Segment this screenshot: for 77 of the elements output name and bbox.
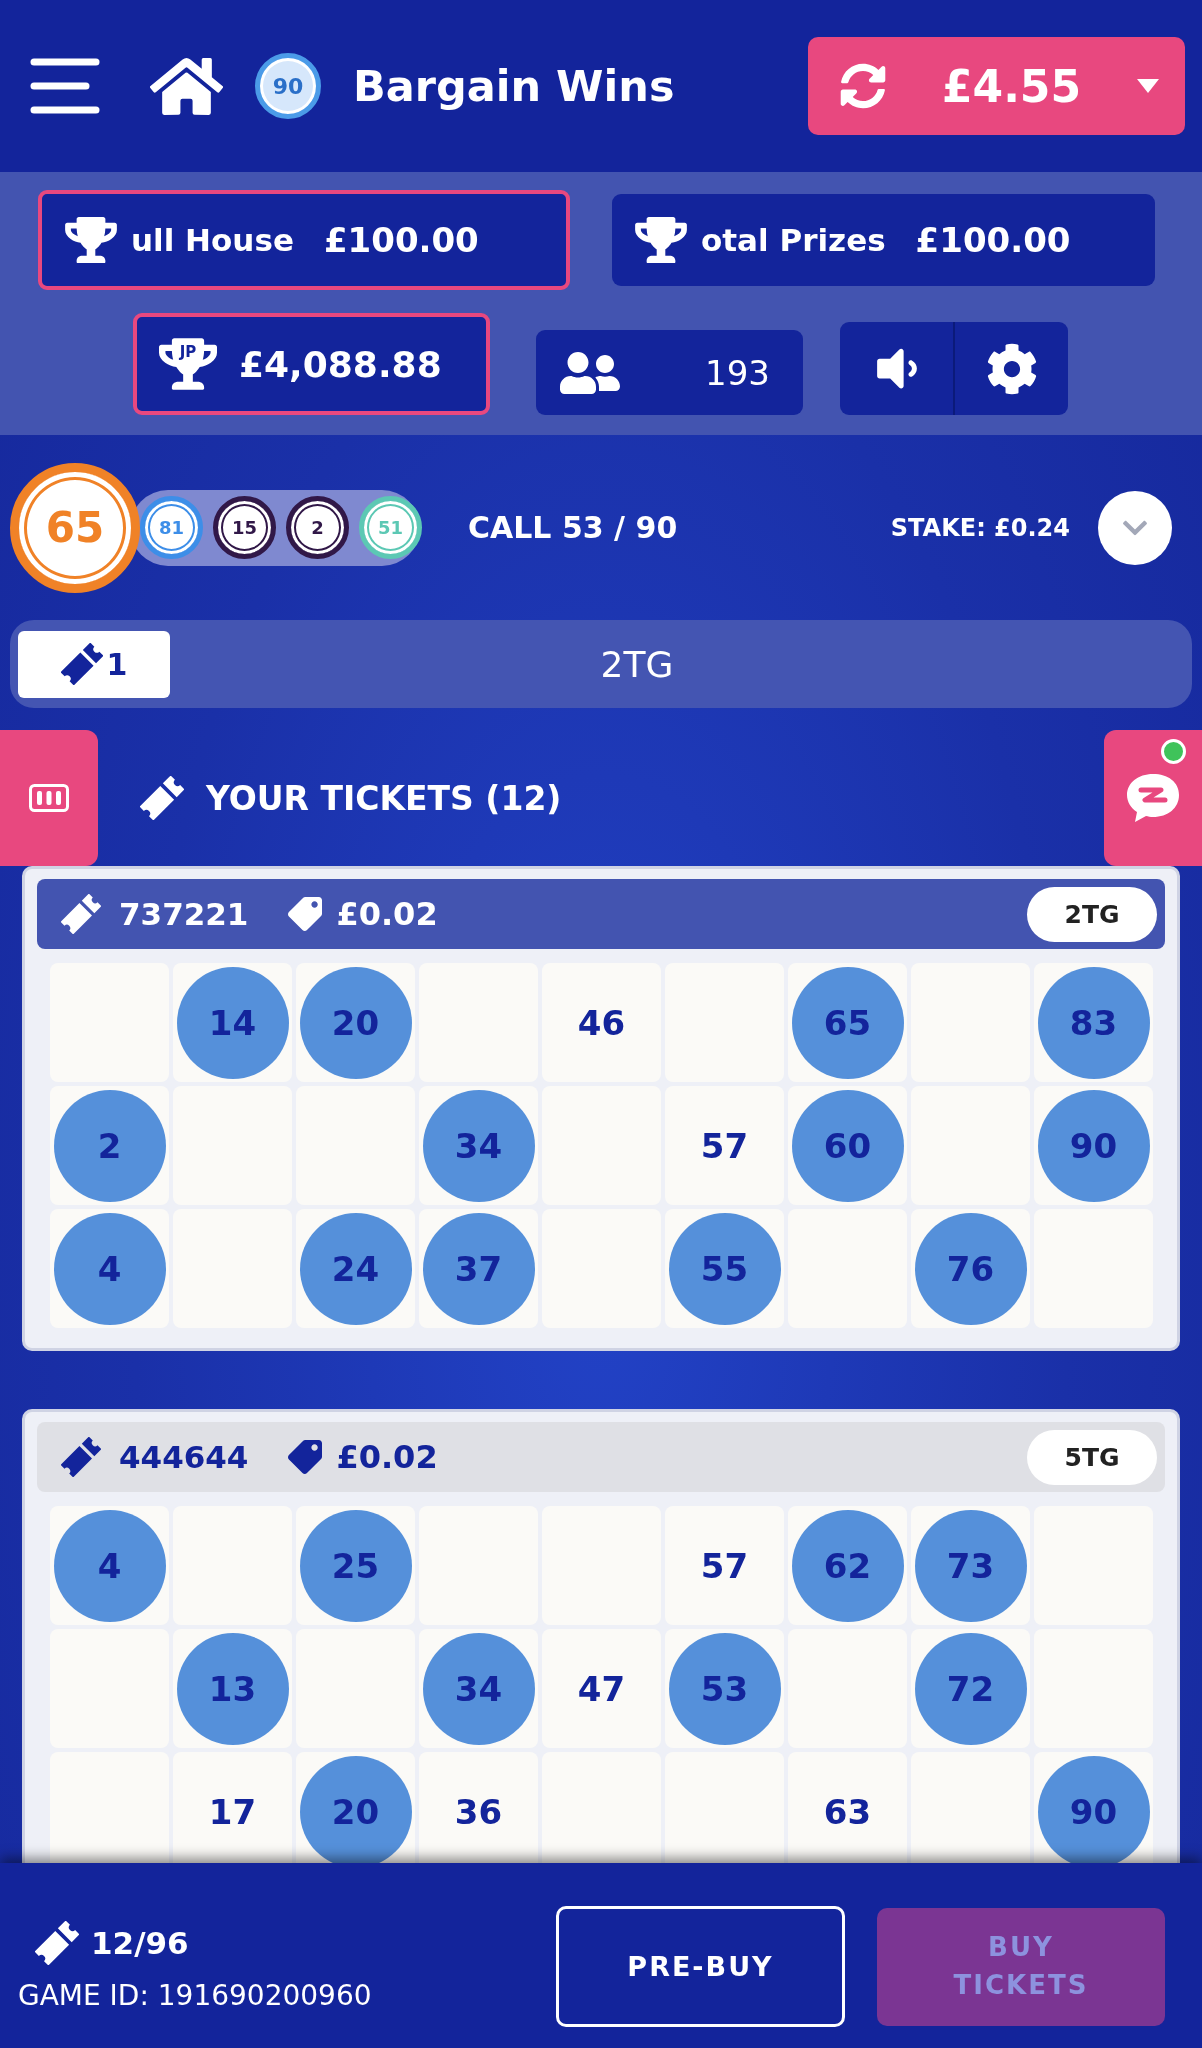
call-counter-text: CALL 53 / 90 [468, 510, 678, 545]
caret-icon [1137, 79, 1159, 93]
daubed-number: 60 [791, 1089, 904, 1202]
trophy-icon [65, 217, 117, 263]
prize-label: otal Prizes [701, 222, 886, 258]
to-go-label: 2TG [599, 643, 675, 685]
daubed-number: 53 [668, 1632, 781, 1745]
daubed-number: 72 [914, 1632, 1027, 1745]
daubed-number: 4 [53, 1212, 166, 1325]
daubed-number: 14 [176, 966, 289, 1079]
to-go-badge: 5TG [1027, 1429, 1157, 1485]
menu-icon[interactable] [30, 58, 100, 114]
price-tag-icon [288, 897, 323, 931]
ticket-number: 17 [208, 1791, 257, 1832]
game-ball: 90 [255, 53, 321, 119]
ticket-icon [61, 894, 101, 934]
players-count: 193 [705, 352, 770, 393]
ticket-strips-icon [29, 784, 69, 812]
trophy-icon [635, 217, 687, 263]
chat-bubble-icon [1125, 772, 1181, 824]
settings-icon [985, 342, 1038, 395]
daubed-number: 76 [914, 1212, 1027, 1325]
tickets-heading: YOUR TICKETS (12) [206, 778, 562, 818]
stake-text: STAKE: £0.24 [890, 513, 1070, 542]
ticket-number: 46 [577, 1002, 626, 1043]
trophy-icon [159, 338, 217, 390]
daubed-number: 13 [176, 1632, 289, 1745]
daubed-number: 34 [422, 1089, 535, 1202]
called-ball: 51 [359, 496, 422, 559]
price-tag-icon [288, 1440, 323, 1474]
ticket-id: 737221 [119, 896, 249, 932]
ticket-number: 47 [577, 1668, 626, 1709]
game-title: Bargain Wins [353, 61, 675, 111]
ticket-id: 444644 [119, 1439, 249, 1475]
ticket-number: 63 [823, 1791, 872, 1832]
ticket-price: £0.02 [336, 895, 438, 933]
daubed-number: 4 [53, 1509, 166, 1622]
ticket-icon [60, 643, 103, 685]
jackpot-label: JP [178, 343, 198, 361]
called-ball: 2 [286, 496, 349, 559]
ticket-icon [61, 1437, 101, 1477]
daubed-number: 25 [299, 1509, 412, 1622]
ticket-view-tab[interactable] [0, 730, 98, 866]
called-ball: 81 [140, 496, 203, 559]
daubed-number: 34 [422, 1632, 535, 1745]
ticket-icon [35, 1921, 79, 1965]
daubed-number: 55 [668, 1212, 781, 1325]
chat-tab[interactable] [1104, 730, 1202, 866]
daubed-number: 73 [914, 1509, 1027, 1622]
ticket-number: 57 [700, 1125, 749, 1166]
prize-amount: £100.00 [915, 220, 1071, 260]
daubed-number: 83 [1037, 966, 1150, 1079]
balance-button[interactable]: £4.55 [808, 37, 1185, 135]
pre-buy-button[interactable]: PRE-BUY [556, 1906, 845, 2027]
daubed-number: 24 [299, 1212, 412, 1325]
daubed-number: 37 [422, 1212, 535, 1325]
ticket-price: £0.02 [336, 1438, 438, 1476]
ticket-count: 12/96 [91, 1925, 189, 1961]
daubed-number: 90 [1037, 1755, 1150, 1863]
ticket-icon [140, 776, 184, 820]
prize-amount: £100.00 [323, 220, 479, 260]
daubed-number: 2 [53, 1089, 166, 1202]
daubed-number: 20 [299, 966, 412, 1079]
called-ball: 15 [213, 496, 276, 559]
ticket-count-button[interactable]: 1 [18, 630, 170, 698]
ticket-number: 57 [700, 1545, 749, 1586]
jackpot-amount: £4,088.88 [239, 343, 442, 385]
daubed-number: 90 [1037, 1089, 1150, 1202]
daubed-number: 65 [791, 966, 904, 1079]
refresh-icon[interactable] [840, 63, 886, 109]
current-ball: 65 [10, 462, 140, 593]
daubed-number: 62 [791, 1509, 904, 1622]
daubed-number: 20 [299, 1755, 412, 1863]
prize-label: ull House [131, 222, 294, 258]
game-id: GAME ID: 191690200960 [18, 1979, 372, 2012]
ticket-number: 36 [454, 1791, 503, 1832]
to-go-badge: 2TG [1027, 886, 1157, 942]
